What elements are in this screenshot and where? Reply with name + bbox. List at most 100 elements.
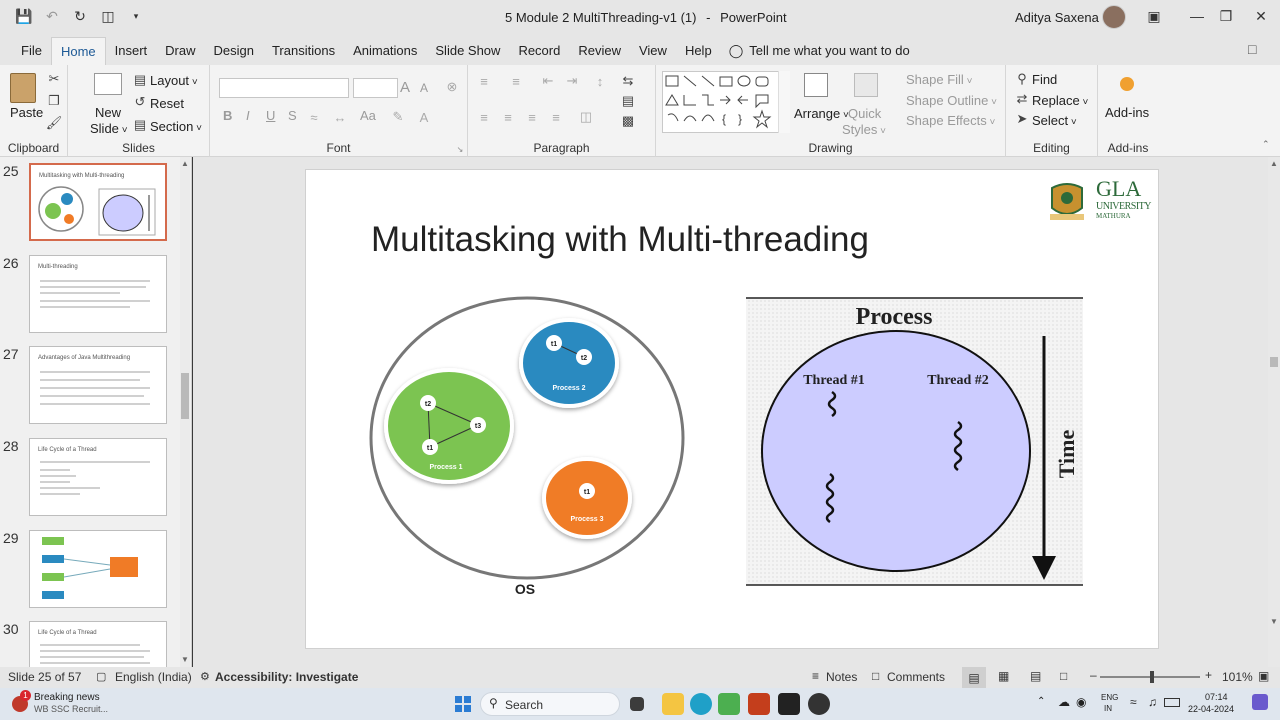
powerpoint-icon[interactable] — [748, 693, 770, 715]
battery-icon[interactable] — [1164, 698, 1180, 707]
tab-view[interactable]: View — [630, 37, 676, 65]
process-thread-diagram[interactable]: Process Thread #1 Thread #2 Time — [744, 296, 1086, 590]
tab-file[interactable]: File — [12, 37, 51, 65]
scroll-down-icon[interactable]: ▼ — [181, 655, 189, 664]
align-center-icon[interactable]: ≡ — [500, 109, 516, 125]
section-button[interactable]: Section ˅ — [150, 119, 202, 134]
font-color-icon[interactable]: A — [416, 109, 432, 125]
bold-button[interactable]: B — [223, 108, 232, 123]
input-lang-2[interactable]: IN — [1104, 704, 1112, 713]
os-process-diagram[interactable]: t2 t3 t1 t1 t2 t1 Process 1 Process 2 Pr… — [361, 288, 701, 598]
replace-button[interactable]: Replace ˅ — [1032, 93, 1088, 108]
thumbnail-27[interactable]: 27 Advantages of Java Multithreading — [0, 346, 182, 426]
accessibility-status[interactable]: Accessibility: Investigate — [215, 670, 358, 684]
shadow-button[interactable]: S — [288, 108, 297, 123]
tab-transitions[interactable]: Transitions — [263, 37, 344, 65]
reset-button[interactable]: Reset — [150, 96, 184, 111]
user-name[interactable]: Aditya Saxena — [1015, 10, 1099, 25]
tab-design[interactable]: Design — [205, 37, 263, 65]
start-icon[interactable] — [455, 696, 471, 712]
recorder-icon[interactable] — [808, 693, 830, 715]
arrange-button[interactable]: Arrange ˅ — [794, 106, 849, 121]
slideshow-view-icon[interactable]: □ — [1060, 669, 1067, 683]
tray-chevron-icon[interactable]: ⌃ — [1037, 696, 1045, 707]
news-title[interactable]: Breaking news — [34, 692, 100, 703]
tab-animations[interactable]: Animations — [344, 37, 426, 65]
line-spacing-icon[interactable]: ↕ — [592, 73, 608, 89]
minimize-icon[interactable]: — — [1184, 5, 1210, 27]
current-slide[interactable]: Multitasking with Multi-threading GLA UN… — [305, 169, 1159, 649]
smartart-icon[interactable]: ▩ — [620, 113, 636, 129]
shrink-font-button[interactable]: A — [420, 81, 428, 95]
grow-font-button[interactable]: A — [400, 79, 410, 96]
new-slide-label-2[interactable]: Slide ˅ — [90, 121, 128, 136]
scroll-up-icon[interactable]: ▲ — [1270, 159, 1278, 168]
zoom-slider[interactable] — [1100, 671, 1200, 683]
align-text-icon[interactable]: ▤ — [620, 93, 636, 109]
thumbnail-30[interactable]: 30 Life Cycle of a Thread — [0, 621, 182, 667]
slide-title[interactable]: Multitasking with Multi-threading — [371, 220, 869, 260]
zoom-slider-thumb[interactable] — [1150, 671, 1154, 683]
change-case-button[interactable]: Aa — [360, 108, 376, 123]
scroll-thumb[interactable] — [1270, 357, 1278, 367]
scroll-thumb[interactable] — [181, 373, 189, 419]
tab-draw[interactable]: Draw — [156, 37, 204, 65]
news-subtitle[interactable]: WB SSC Recruit... — [34, 704, 108, 714]
cut-icon[interactable]: ✂ — [46, 71, 62, 87]
reading-view-icon[interactable]: ▤ — [1030, 669, 1041, 683]
strikethrough-icon[interactable]: ≈ — [306, 109, 322, 125]
layout-button[interactable]: Layout ˅ — [150, 73, 198, 88]
addins-button[interactable]: Add-ins — [1105, 105, 1149, 120]
tell-me-box[interactable]: ◯ Tell me what you want to do — [729, 37, 910, 65]
clock-time[interactable]: 07:14 — [1205, 692, 1228, 702]
thumbnail-preview[interactable]: Multi-threading — [29, 255, 167, 333]
shape-fill-button[interactable]: Shape Fill ˅ — [906, 72, 972, 87]
zoom-level[interactable]: 101% — [1222, 670, 1253, 684]
cloud-icon[interactable]: ☁ — [1058, 695, 1070, 709]
tab-help[interactable]: Help — [676, 37, 721, 65]
redo-icon[interactable]: ↻ — [70, 7, 90, 27]
underline-button[interactable]: U — [266, 108, 275, 123]
wifi-icon[interactable]: ≈ — [1130, 695, 1137, 709]
columns-icon[interactable]: ◫ — [578, 109, 594, 125]
input-lang-1[interactable]: ENG — [1101, 693, 1118, 702]
shape-effects-button[interactable]: Shape Effects ˅ — [906, 113, 995, 128]
find-button[interactable]: Find — [1032, 72, 1057, 87]
collapse-ribbon-icon[interactable]: ⌃ — [1262, 139, 1270, 150]
thumbnail-29[interactable]: 29 — [0, 530, 182, 610]
file-explorer-icon[interactable] — [662, 693, 684, 715]
customize-toolbar-icon[interactable]: ▾ — [126, 7, 146, 27]
format-painter-icon[interactable]: 🖌 — [46, 115, 63, 131]
scroll-down-icon[interactable]: ▼ — [1270, 617, 1278, 626]
thumbnail-preview[interactable]: Life Cycle of a Thread — [29, 621, 167, 667]
comments-button[interactable]: Comments — [887, 670, 945, 684]
align-right-icon[interactable]: ≡ — [524, 109, 540, 125]
select-button[interactable]: Select ˅ — [1032, 113, 1077, 128]
task-view-icon[interactable] — [630, 697, 644, 711]
thumbnail-25[interactable]: 25 Multitasking with Multi-threading — [0, 163, 182, 243]
paste-button[interactable]: Paste — [10, 105, 43, 120]
scroll-up-icon[interactable]: ▲ — [181, 159, 189, 168]
char-spacing-icon[interactable]: ↔ — [332, 109, 348, 125]
notes-button[interactable]: Notes — [826, 670, 857, 684]
close-icon[interactable]: ✕ — [1248, 5, 1274, 27]
font-name-combo[interactable] — [219, 78, 349, 98]
highlight-icon[interactable]: ✎ — [390, 109, 406, 125]
undo-icon[interactable]: ↶ — [42, 7, 62, 27]
font-size-combo[interactable] — [353, 78, 398, 98]
proofing-icon[interactable]: ▢ — [96, 670, 106, 683]
shapes-gallery-scroll[interactable] — [778, 71, 790, 133]
increase-indent-icon[interactable]: ⇥ — [564, 73, 580, 89]
ribbon-display-icon[interactable]: ▣ — [1141, 5, 1167, 27]
thumbnail-preview[interactable]: Life Cycle of a Thread — [29, 438, 167, 516]
italic-button[interactable]: I — [246, 108, 250, 123]
decrease-indent-icon[interactable]: ⇤ — [540, 73, 556, 89]
tab-home[interactable]: Home — [50, 37, 106, 65]
thumbnail-preview[interactable]: Advantages of Java Multithreading — [29, 346, 167, 424]
tab-review[interactable]: Review — [569, 37, 630, 65]
align-left-icon[interactable]: ≡ — [476, 109, 492, 125]
thumbnail-preview[interactable]: Multitasking with Multi-threading — [29, 163, 167, 241]
quick-styles-label-2[interactable]: Styles ˅ — [842, 122, 886, 137]
shape-outline-button[interactable]: Shape Outline ˅ — [906, 93, 997, 108]
zoom-out-icon[interactable]: – — [1090, 668, 1097, 682]
